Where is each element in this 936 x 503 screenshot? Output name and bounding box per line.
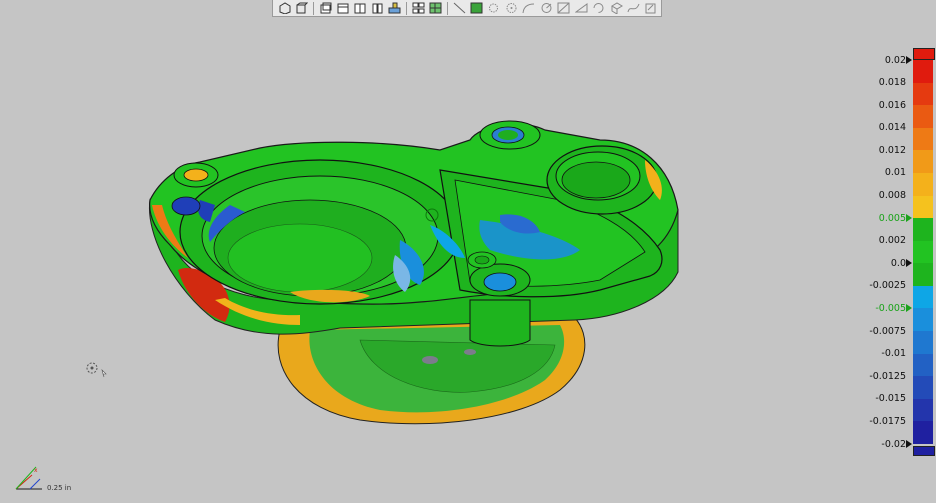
- legend-color-segment: [913, 127, 933, 151]
- model-viewport[interactable]: [0, 18, 900, 503]
- toolbar-separator: [406, 1, 407, 15]
- legend-color-segment: [913, 331, 933, 355]
- view-bottom-button[interactable]: [388, 2, 402, 15]
- view-bottom-icon: [388, 2, 401, 14]
- layout-select-button[interactable]: [428, 2, 442, 15]
- legend-color-segment: [913, 285, 933, 309]
- legend-tick-label: 0.0: [890, 257, 906, 269]
- legend-marker-icon[interactable]: [906, 56, 912, 64]
- rotate-tool-button[interactable]: [591, 2, 605, 15]
- rotate-tool-icon: [593, 3, 604, 13]
- legend-tick-label: -0.0125: [869, 370, 906, 382]
- toolbar-separator: [312, 1, 314, 15]
- sweep-tool-button[interactable]: [574, 2, 588, 15]
- view-top-icon: [337, 3, 349, 14]
- legend-color-segment: [913, 105, 933, 129]
- view-side-button[interactable]: [353, 2, 367, 15]
- legend-tick-label: 0.018: [878, 77, 906, 89]
- view-front-icon: [320, 2, 332, 14]
- legend-color-segment: [913, 398, 933, 422]
- legend-marker-icon[interactable]: [906, 259, 912, 268]
- legend-color-segment: [913, 240, 933, 264]
- freeform-tool-button[interactable]: [626, 2, 640, 15]
- line-tool-button[interactable]: [452, 2, 466, 15]
- face-select-button[interactable]: [469, 2, 483, 15]
- axis-triad-icon: x: [15, 466, 42, 490]
- legend-marker-icon[interactable]: [906, 304, 912, 313]
- svg-text:x: x: [34, 467, 38, 474]
- legend-overflow-high-swatch: [913, 48, 935, 60]
- layout-grid-button[interactable]: [411, 2, 425, 15]
- view-side-icon: [354, 3, 366, 14]
- view-iso-icon: [279, 2, 291, 14]
- freeform-tool-icon: [627, 3, 640, 13]
- legend-tick-label: 0.016: [878, 99, 906, 111]
- rotate-cursor-icon: [86, 362, 107, 378]
- legend-color-segment: [913, 218, 933, 242]
- legend-tick-label: 0.005: [878, 212, 906, 224]
- scale-label: 0.25 in: [47, 484, 72, 492]
- view-iso-button[interactable]: [277, 2, 291, 15]
- face-select-icon: [470, 2, 483, 14]
- legend-color-segment: [913, 376, 933, 400]
- point-select-button[interactable]: [487, 2, 501, 15]
- legend-tick-label: 0.02: [884, 54, 906, 66]
- measure-tool-icon: [557, 2, 570, 14]
- legend-marker-icon[interactable]: [906, 440, 912, 448]
- view-top-button[interactable]: [335, 2, 349, 15]
- legend-marker-icon[interactable]: [906, 214, 912, 223]
- line-tool-icon: [453, 2, 465, 14]
- legend-tick-label: -0.02: [881, 438, 906, 450]
- curve-tool-button[interactable]: [539, 2, 553, 15]
- deviation-color-legend: 0.02 0.018 0.016 0.014 0.012 0.01 0.008 0.005 0.…: [869, 48, 936, 458]
- fill-tool-icon: [610, 2, 623, 14]
- view-right-icon: [372, 3, 383, 14]
- legend-tick-label: 0.008: [878, 190, 906, 202]
- legend-tick-label: 0.002: [878, 235, 906, 247]
- legend-color-segment: [913, 172, 933, 197]
- view-front-button[interactable]: [318, 2, 332, 15]
- measure-tool-button[interactable]: [556, 2, 570, 15]
- curve-tool-icon: [541, 3, 552, 13]
- view-box-button[interactable]: [294, 2, 309, 15]
- legend-tick-label: -0.0075: [869, 325, 906, 337]
- legend-tick-label: -0.005: [875, 302, 906, 314]
- legend-overflow-low-swatch: [913, 446, 935, 456]
- legend-color-segment: [913, 82, 933, 106]
- legend-color-segment: [913, 150, 933, 174]
- layout-select-icon: [429, 2, 442, 14]
- legend-color-segment: [913, 421, 933, 445]
- legend-tick-label: 0.01: [884, 167, 906, 179]
- legend-tick-label: 0.014: [878, 122, 906, 134]
- legend-color-segment: [913, 353, 933, 377]
- legend-tick-label: -0.01: [881, 348, 906, 360]
- arc-tool-icon: [522, 3, 535, 14]
- legend-tick-label: 0.012: [878, 144, 906, 156]
- sweep-tool-icon: [574, 3, 588, 13]
- legend-color-segment: [913, 60, 933, 84]
- arc-tool-button[interactable]: [522, 2, 536, 15]
- view-box-icon: [296, 2, 309, 14]
- view-toolbar: [272, 0, 662, 17]
- layout-grid-icon: [412, 2, 425, 14]
- toolbar-separator: [446, 1, 448, 15]
- deviation-color-map-model[interactable]: [0, 18, 900, 503]
- legend-tick-label: -0.0175: [869, 415, 906, 427]
- circle-select-button[interactable]: [504, 2, 518, 15]
- legend-tick-label: -0.0025: [869, 280, 906, 292]
- legend-color-segment: [913, 263, 933, 287]
- legend-color-segment: [913, 308, 933, 332]
- circle-select-icon: [506, 3, 517, 13]
- export-tool-button[interactable]: [644, 2, 658, 15]
- legend-tick-label: -0.015: [875, 393, 906, 405]
- legend-color-segment: [913, 195, 933, 219]
- point-select-icon: [489, 3, 499, 13]
- export-tool-icon: [645, 3, 656, 14]
- view-right-button[interactable]: [370, 2, 384, 15]
- fill-tool-button[interactable]: [609, 2, 623, 15]
